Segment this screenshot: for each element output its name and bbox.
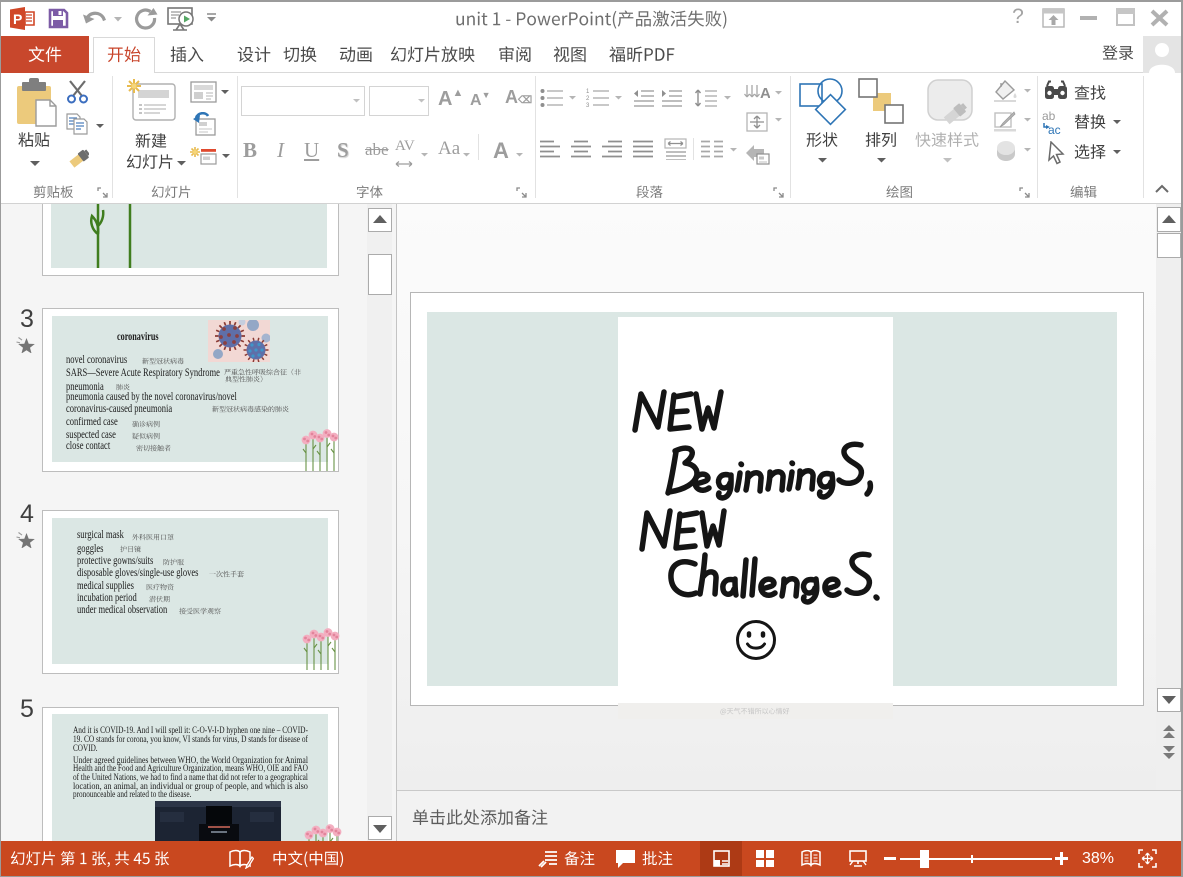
svg-text:ac: ac: [1048, 123, 1061, 136]
svg-text:2: 2: [586, 96, 590, 102]
svg-text:P: P: [13, 11, 22, 27]
svg-text:3: 3: [586, 103, 590, 108]
svg-text:1: 1: [586, 89, 590, 95]
svg-text:A: A: [760, 85, 770, 102]
svg-text:ab: ab: [1042, 110, 1056, 123]
